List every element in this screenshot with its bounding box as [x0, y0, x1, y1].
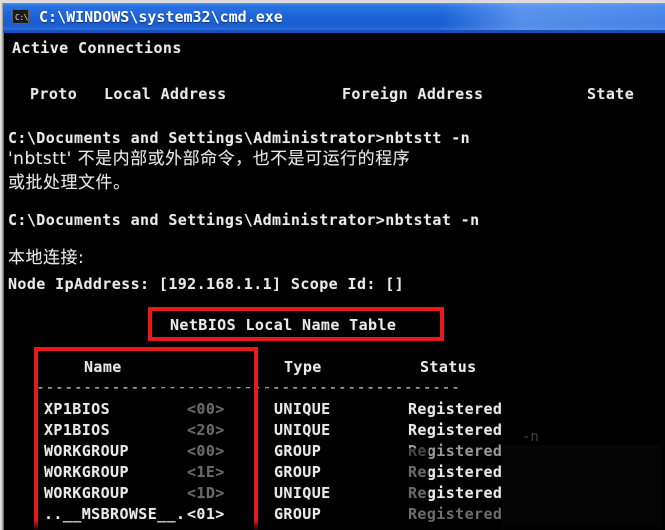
table-cell-type: UNIQUE: [274, 421, 331, 439]
prompt-line-nbtstat: C:\Documents and Settings\Administrator>…: [8, 211, 480, 229]
compression-smudge-1: [502, 445, 662, 530]
cmd-window: C:\ C:\WINDOWS\system32\cmd.exe Active C…: [0, 0, 665, 530]
command-text-1: nbtstt -n: [385, 129, 471, 147]
table-cell-status: Registered: [408, 421, 503, 439]
table-cell-status: Registered: [408, 463, 503, 481]
window-title: C:\WINDOWS\system32\cmd.exe: [39, 7, 283, 26]
table-cell-code: <20>: [187, 421, 225, 439]
active-connections-heading: Active Connections: [12, 39, 182, 57]
table-cell-name: XP1BIOS: [44, 400, 111, 418]
column-header-foreign-address: Foreign Address: [342, 85, 484, 103]
titlebar-underline: [3, 30, 665, 33]
error-message-line-1: 'nbtstt' 不是内部或外部命令，也不是可运行的程序: [8, 149, 411, 169]
table-cell-status: Registered: [408, 400, 503, 418]
table-cell-type: GROUP: [274, 463, 322, 481]
table-cell-name: WORKGROUP: [44, 463, 129, 481]
netbios-table-title: NetBIOS Local Name Table: [170, 316, 397, 334]
window-frame-left: [0, 0, 4, 530]
ghost-artifact-text: -n: [522, 429, 539, 445]
titlebar-glare: [440, 3, 665, 30]
table-cell-status: Registered: [408, 484, 503, 502]
console-output-area[interactable]: Active Connections Proto Local Address F…: [4, 33, 665, 530]
table-cell-status: Registered: [408, 442, 503, 460]
table-cell-status: Registered: [408, 505, 503, 523]
adapter-name: 本地连接:: [8, 248, 85, 268]
prompt-line-failed: C:\Documents and Settings\Administrator>…: [8, 129, 470, 147]
table-cell-type: GROUP: [274, 442, 322, 460]
table-cell-type: GROUP: [274, 505, 322, 523]
table-cell-name: WORKGROUP: [44, 484, 129, 502]
table-header-type: Type: [284, 358, 322, 376]
table-header-name: Name: [84, 358, 122, 376]
table-cell-code: <01>: [187, 505, 225, 523]
cmd-icon-glyph: C:\: [15, 13, 28, 22]
screenshot-root: C:\ C:\WINDOWS\system32\cmd.exe Active C…: [0, 0, 665, 530]
prompt-path-1: C:\Documents and Settings\Administrator>: [8, 129, 386, 147]
node-ipaddress-line: Node IpAddress: [192.168.1.1] Scope Id: …: [8, 275, 405, 293]
table-header-status: Status: [420, 358, 477, 376]
table-cell-type: UNIQUE: [274, 400, 331, 418]
table-separator: ----------------------------------------…: [36, 378, 461, 396]
table-cell-type: UNIQUE: [274, 484, 331, 502]
table-cell-code: <00>: [187, 442, 225, 460]
error-message-line-2: 或批处理文件。: [8, 173, 131, 193]
table-cell-name: XP1BIOS: [44, 421, 111, 439]
window-titlebar[interactable]: C:\ C:\WINDOWS\system32\cmd.exe: [3, 3, 665, 30]
column-header-state: State: [587, 85, 635, 103]
table-cell-code: <1E>: [187, 463, 225, 481]
table-cell-code: <00>: [187, 400, 225, 418]
table-cell-name: ..__MSBROWSE__.: [44, 505, 186, 523]
table-cell-code: <1D>: [187, 484, 225, 502]
table-cell-name: WORKGROUP: [44, 442, 129, 460]
prompt-path-2: C:\Documents and Settings\Administrator>: [8, 211, 386, 229]
column-header-local-address: Local Address: [104, 85, 227, 103]
column-header-proto: Proto: [30, 85, 78, 103]
cmd-console-icon[interactable]: C:\: [12, 9, 29, 24]
command-text-2: nbtstat -n: [385, 211, 480, 229]
